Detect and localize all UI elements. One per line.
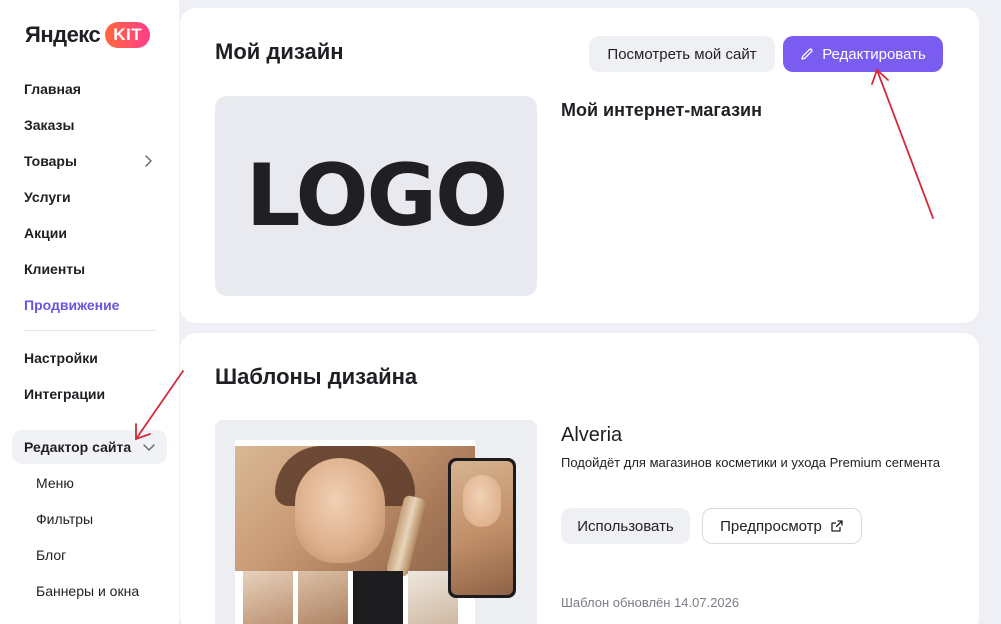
sidebar-item-label: Редактор сайта	[24, 439, 132, 455]
sidebar-item-marketing[interactable]: Продвижение	[24, 295, 119, 315]
template-mobile-mockup	[448, 458, 516, 598]
sidebar-item-site-editor[interactable]: Редактор сайта	[12, 430, 167, 464]
sidebar: Яндекс KIT Главная Заказы Товары Услуги …	[0, 0, 179, 624]
sidebar-item-clients[interactable]: Клиенты	[24, 259, 85, 279]
template-thumb	[298, 571, 348, 624]
sidebar-divider	[24, 330, 156, 331]
sidebar-item-home[interactable]: Главная	[24, 79, 81, 99]
template-hero-image	[235, 446, 475, 578]
sidebar-item-integrations[interactable]: Интеграции	[24, 384, 105, 404]
template-thumb	[353, 571, 403, 624]
preview-template-button[interactable]: Предпросмотр	[702, 508, 862, 544]
brand-name: Яндекс	[25, 22, 101, 47]
templates-title: Шаблоны дизайна	[215, 364, 418, 389]
sidebar-item-services[interactable]: Услуги	[24, 187, 71, 207]
templates-card: Шаблоны дизайна Alveria Подойдёт для маг…	[180, 333, 979, 624]
template-updated-date: Шаблон обновлён 14.07.2026	[561, 595, 740, 610]
use-template-label: Использовать	[577, 517, 674, 535]
chevron-down-icon	[143, 444, 155, 451]
view-site-button[interactable]: Посмотреть мой сайт	[589, 36, 775, 72]
logo-preview: LOGO	[215, 96, 537, 296]
logo-placeholder-text: LOGO	[245, 146, 509, 246]
template-description: Подойдёт для магазинов косметики и ухода…	[561, 455, 941, 470]
sidebar-subitem-blog[interactable]: Блог	[36, 546, 66, 564]
template-name: Alveria	[561, 424, 623, 446]
shop-name: Мой интернет-магазин	[561, 100, 762, 120]
my-design-title: Мой дизайн	[215, 39, 344, 64]
brand-logo[interactable]: Яндекс KIT	[25, 20, 151, 50]
edit-button[interactable]: Редактировать	[783, 36, 943, 72]
pencil-icon	[801, 48, 813, 60]
use-template-button[interactable]: Использовать	[561, 508, 690, 544]
sidebar-subitem-banners[interactable]: Баннеры и окна	[36, 582, 139, 600]
external-link-icon	[831, 520, 843, 532]
sidebar-item-promotions[interactable]: Акции	[24, 223, 67, 243]
template-thumb	[243, 571, 293, 624]
template-desktop-mockup	[235, 440, 475, 624]
template-preview-image[interactable]	[215, 420, 537, 624]
chevron-right-icon[interactable]	[141, 154, 155, 168]
edit-label: Редактировать	[822, 45, 926, 63]
sidebar-subitem-filters[interactable]: Фильтры	[36, 510, 93, 528]
view-site-label: Посмотреть мой сайт	[607, 45, 757, 63]
brand-kit-badge: KIT	[105, 22, 151, 48]
sidebar-item-settings[interactable]: Настройки	[24, 348, 98, 368]
sidebar-item-products[interactable]: Товары	[24, 151, 77, 171]
sidebar-item-orders[interactable]: Заказы	[24, 115, 74, 135]
my-design-card: Мой дизайн Посмотреть мой сайт Редактиро…	[180, 8, 979, 323]
preview-template-label: Предпросмотр	[720, 517, 822, 535]
sidebar-subitem-menu[interactable]: Меню	[36, 474, 74, 492]
